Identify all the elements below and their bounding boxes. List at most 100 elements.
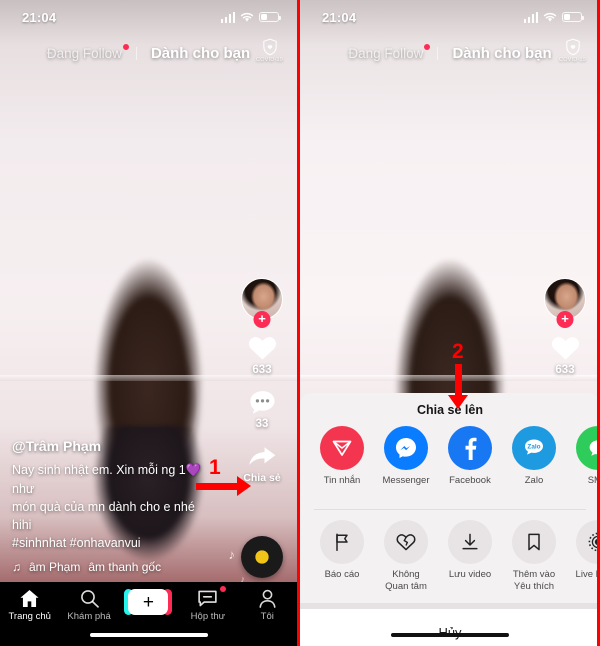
share-label-zalo: Zalo (524, 475, 544, 486)
tab-following-label-2: Đang Follow (348, 45, 424, 61)
shield-heart-icon (565, 38, 580, 56)
tab-for-you-2[interactable]: Dành cho bạn (452, 45, 551, 62)
share-label-facebook: Facebook (449, 475, 491, 486)
action-rail: + 633 33 Chia sẻ (235, 278, 289, 484)
floating-music-note-1: ♪ (228, 547, 236, 562)
like-count-2: 633 (555, 364, 575, 376)
comment-button[interactable]: 33 (248, 389, 277, 430)
like-button[interactable]: 633 (247, 333, 278, 376)
share-apps-row[interactable]: Tin nhắn Messenger Facebook Zalo Zalo S (300, 426, 600, 509)
music-author: âm Phạm (29, 560, 81, 574)
action-not-interested[interactable]: Không Quan tâm (374, 519, 438, 593)
video-caption: @Trâm Phạm Nay sinh nhật em. Xin mỗi ng … (12, 438, 217, 574)
action-label-save-video: Lưu video (448, 568, 492, 580)
comment-dots-icon (249, 391, 275, 414)
panel-divider (297, 0, 300, 646)
follow-plus-button[interactable]: + (253, 311, 271, 328)
nav-item-discover[interactable]: Khám phá (61, 589, 117, 622)
search-icon (80, 590, 99, 608)
annotation-step-2: 2 (452, 340, 464, 363)
person-icon (259, 589, 276, 608)
action-save-video[interactable]: Lưu video (438, 519, 502, 593)
covid-label: COVID-19 (256, 57, 283, 63)
tab-following-label: Đang Follow (46, 45, 122, 61)
battery-icon (562, 12, 584, 22)
follow-plus-button-2[interactable]: + (556, 311, 574, 328)
share-actions-row[interactable]: Báo cáo Không Quan tâm Lưu video Thêm và… (300, 510, 600, 603)
covid-info-button[interactable]: COVID-19 (256, 38, 283, 63)
inbox-message-icon (198, 590, 218, 607)
top-tabs-2: Đang Follow Dành cho bạn (300, 40, 600, 66)
tab-for-you[interactable]: Dành cho bạn (151, 45, 250, 62)
heart-icon (551, 337, 579, 360)
nav-label-inbox: Hộp thư (190, 611, 226, 622)
nav-item-create[interactable]: + (120, 589, 176, 615)
wifi-icon (543, 12, 557, 22)
share-option-tin-nhan[interactable]: Tin nhắn (310, 426, 374, 499)
battery-icon (259, 12, 281, 22)
comment-count: 33 (255, 418, 269, 430)
direct-message-icon (320, 426, 364, 470)
nav-item-profile[interactable]: Tôi (239, 589, 295, 622)
action-label-report: Báo cáo (324, 568, 360, 580)
cellular-signal-icon (220, 11, 235, 23)
bookmark-icon (512, 519, 556, 564)
share-option-messenger[interactable]: Messenger (374, 426, 438, 499)
action-label-not-interested: Không Quan tâm (385, 568, 427, 592)
tab-following-badge-dot (122, 43, 129, 50)
share-arrow-icon (249, 447, 276, 466)
covid-label-2: COVID-19 (559, 57, 586, 63)
caption-line-1: Nay sinh nhật em. Xin mỗi ng 1💜 như (12, 463, 202, 496)
download-icon (448, 519, 492, 564)
cellular-signal-icon (523, 11, 538, 23)
action-label-add-favorites: Thêm vào Yêu thích (512, 568, 556, 592)
home-indicator-2 (391, 633, 509, 637)
status-bar-2: 21:04 (300, 0, 600, 34)
messenger-icon (384, 426, 428, 470)
caption-hashtags[interactable]: #sinhnhat #onhavanvui (12, 534, 217, 552)
shield-heart-icon (262, 38, 277, 56)
zalo-icon: Zalo (512, 426, 556, 470)
status-bar: 21:04 (0, 0, 297, 34)
caption-line-2: món quà của mn dành cho e nhé hihi (12, 499, 195, 532)
music-row[interactable]: ♫ âm Phạm âm thanh gốc (12, 560, 217, 574)
tab-following-2[interactable]: Đang Follow (348, 43, 431, 61)
share-label-tin-nhan: Tin nhắn (323, 475, 361, 486)
screenshot-stage: 21:04 Đang Follow Dành cho bạn COVID-19 … (0, 0, 600, 646)
svg-text:Zalo: Zalo (527, 444, 540, 451)
nav-label-profile: Tôi (260, 611, 274, 622)
facebook-icon (448, 426, 492, 470)
tab-separator (135, 46, 137, 60)
nav-label-home: Trang chủ (8, 611, 51, 622)
share-option-facebook[interactable]: Facebook (438, 426, 502, 499)
action-live-photo[interactable]: Live Photo (566, 519, 600, 593)
share-sheet: Chia sẻ lên Tin nhắn Messenger Facebook … (300, 393, 600, 646)
tab-following[interactable]: Đang Follow (46, 43, 129, 61)
cancel-button[interactable]: Hủy (300, 608, 600, 646)
phone-screen-before: 21:04 Đang Follow Dành cho bạn COVID-19 … (0, 0, 297, 646)
share-option-zalo[interactable]: Zalo Zalo (502, 426, 566, 499)
inbox-badge-dot (219, 586, 226, 592)
broken-heart-icon (384, 519, 428, 564)
nav-item-inbox[interactable]: Hộp thư (180, 586, 236, 622)
like-count: 633 (252, 364, 272, 376)
tab-following-badge-dot-2 (424, 43, 431, 50)
flag-icon (320, 519, 364, 564)
share-option-sms[interactable]: SMS (566, 426, 600, 499)
music-disc[interactable] (241, 536, 283, 578)
creator-avatar-button-2[interactable]: + (544, 278, 586, 328)
action-add-favorites[interactable]: Thêm vào Yêu thích (502, 519, 566, 593)
action-report[interactable]: Báo cáo (310, 519, 374, 593)
music-note-icon: ♫ (12, 560, 21, 574)
share-label-messenger: Messenger (382, 475, 430, 486)
creator-avatar-button[interactable]: + (241, 278, 283, 328)
covid-info-button-2[interactable]: COVID-19 (559, 38, 586, 63)
like-button-2[interactable]: 633 (550, 333, 581, 376)
creator-handle[interactable]: @Trâm Phạm (12, 438, 217, 454)
home-indicator (89, 633, 208, 637)
wifi-icon (240, 12, 254, 22)
nav-label-discover: Khám phá (67, 611, 111, 622)
create-plus-icon[interactable]: + (124, 589, 173, 615)
top-tabs: Đang Follow Dành cho bạn (0, 40, 297, 66)
nav-item-home[interactable]: Trang chủ (2, 589, 58, 622)
